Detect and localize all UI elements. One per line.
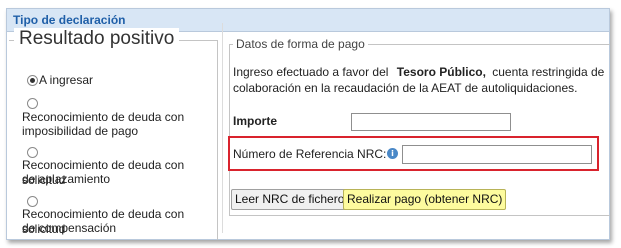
option-label-a-ingresar: A ingresar [39,73,94,87]
desc-part1: Ingreso efectuado a favor del [233,65,389,79]
payment-description-line2: colaboración en la recaudación de la AEA… [233,81,578,95]
radio-a-ingresar[interactable] [27,75,38,86]
option-label-compensacion-2: de compensación [22,221,117,235]
payment-legend: Datos de forma de pago [233,37,368,51]
column-divider [222,23,223,233]
option-label-imposibilidad-2: imposibilidad de pago [22,124,139,138]
panel-title: Tipo de declaración [13,13,126,27]
desc-part2: cuenta restringida de [492,65,605,79]
payment-description-line1: Ingreso efectuado a favor del Tesoro Púb… [233,65,604,79]
nrc-input[interactable] [402,145,592,164]
radio-compensacion[interactable] [27,196,38,207]
realizar-pago-button[interactable]: Realizar pago (obtener NRC) [343,189,507,210]
leer-nrc-fichero-button[interactable]: Leer NRC de fichero [231,189,349,210]
nrc-label: Número de Referencia NRC: [233,147,387,161]
desc-bold: Tesoro Público, [396,65,486,79]
importe-label: Importe [233,114,278,128]
option-label-imposibilidad-1: Reconocimiento de deuda con [22,110,185,124]
option-label-aplazamiento-2: de aplazamiento [22,172,111,186]
radio-imposibilidad-pago[interactable] [27,98,38,109]
info-icon[interactable]: i [387,148,398,159]
importe-input[interactable] [351,113,511,131]
radio-aplazamiento[interactable] [27,147,38,158]
result-legend: Resultado positivo [14,28,180,50]
